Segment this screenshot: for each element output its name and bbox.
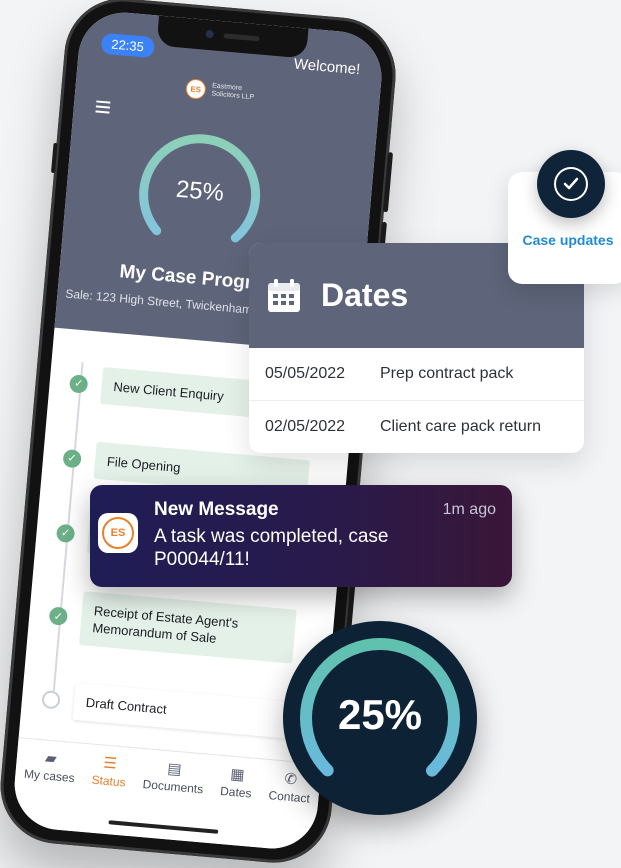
date-value: 05/05/2022 [265,365,346,382]
check-icon: ✓ [55,523,76,543]
tab-dates[interactable]: ▦ Dates [216,764,254,846]
calendar-icon [268,278,300,312]
date-row[interactable]: 02/05/2022 Client care pack return [249,401,584,453]
tab-label: Dates [219,783,253,801]
welcome-text: Welcome! [293,55,361,79]
volume-button [382,152,394,213]
case-updates-badge [537,150,605,218]
logo-text: Eastmore Solicitors LLP [211,82,255,102]
list-check-icon: ☰ [102,754,118,773]
date-value: 02/05/2022 [265,418,346,435]
documents-icon: ▤ [166,760,183,779]
pending-dot-icon [41,689,61,710]
tab-label: My cases [23,766,76,786]
date-task: Prep contract pack [380,365,514,382]
step-label: Draft Contract [72,682,289,739]
message-title: New Message [154,499,279,520]
hamburger-menu-icon[interactable] [95,100,111,116]
message-time: 1m ago [442,501,496,518]
step-label: Receipt of Estate Agent's Memorandum of … [78,591,297,664]
briefcase-icon: ▰ [44,749,58,768]
check-icon: ✓ [62,448,82,468]
progress-gauge: 25% [129,124,270,265]
date-task: Client care pack return [380,418,541,435]
bottom-tab-bar: ▰ My cases ☰ Status ▤ Documents ▦ Dates … [10,737,322,853]
dates-title: Dates [321,277,409,313]
check-icon: ✓ [48,606,69,626]
date-row[interactable]: 05/05/2022 Prep contract pack [249,348,584,401]
firm-logo: ES Eastmore Solicitors LLP [184,78,272,105]
avatar-initials: ES [102,517,134,549]
logo-badge: ES [184,78,207,100]
check-circle-icon [554,167,588,201]
new-message-notification[interactable]: ES New Message 1m ago A task was complet… [90,485,512,587]
progress-gauge-large: 25% [283,621,477,815]
check-icon: ✓ [68,373,89,394]
tab-label: Status [91,772,127,790]
tab-my-cases[interactable]: ▰ My cases [19,747,76,831]
app-avatar: ES [98,513,138,553]
calendar-icon: ▦ [229,765,246,784]
progress-percent-large: 25% [337,691,423,738]
speaker-grille [223,33,260,42]
mute-switch [50,142,58,174]
case-updates-label: Case updates [522,232,614,248]
tab-label: Documents [142,777,204,797]
message-body: A task was completed, case P00044/11! [154,526,389,570]
timeline-step[interactable]: Draft Contract [41,680,289,739]
status-time: 22:35 [100,32,155,59]
camera-icon [205,29,214,39]
timeline-step[interactable]: ✓ Receipt of Estate Agent's Memorandum o… [47,588,297,664]
